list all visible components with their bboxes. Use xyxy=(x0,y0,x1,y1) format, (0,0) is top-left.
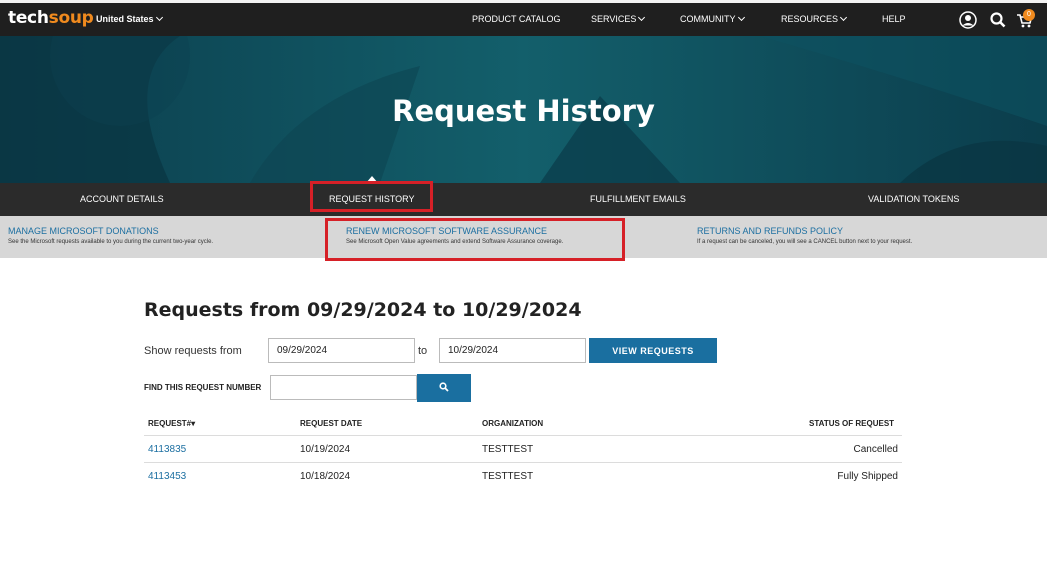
nav-help[interactable]: HELP xyxy=(882,14,906,24)
tab-validation-tokens[interactable]: VALIDATION TOKENS xyxy=(868,194,959,204)
account-tabs: ACCOUNT DETAILS REQUEST HISTORY FULFILLM… xyxy=(0,183,1047,216)
region-selector[interactable]: United States xyxy=(96,13,163,24)
organization-cell: TESTTEST xyxy=(482,444,534,455)
highlight-box-request-history xyxy=(310,181,433,212)
cart-count-badge: 0 xyxy=(1023,9,1035,21)
hero-banner: Request History xyxy=(0,36,1047,183)
chevron-down-icon xyxy=(839,13,848,22)
requests-heading: Requests from 09/29/2024 to 10/29/2024 xyxy=(144,299,582,321)
from-date-input[interactable] xyxy=(268,338,415,363)
status-cell: Cancelled xyxy=(853,444,898,455)
page-title: Request History xyxy=(392,94,655,128)
nav-community[interactable]: COMMUNITY xyxy=(680,13,745,24)
tab-fulfillment-emails[interactable]: FULFILLMENT EMAILS xyxy=(590,194,686,204)
view-requests-button[interactable]: VIEW REQUESTS xyxy=(589,338,717,363)
search-request-button[interactable] xyxy=(417,374,471,402)
techsoup-logo[interactable]: techsoup xyxy=(8,8,94,28)
column-header-request-date: REQUEST DATE xyxy=(300,419,363,428)
search-icon[interactable] xyxy=(989,11,1007,29)
nav-services[interactable]: SERVICES xyxy=(591,13,646,24)
highlight-box-renew-software-assurance xyxy=(325,218,625,261)
column-header-status: STATUS OF REQUEST xyxy=(809,419,895,428)
column-header-request-number[interactable]: REQUEST#▾ xyxy=(148,419,195,428)
find-request-label: FIND THIS REQUEST NUMBER xyxy=(144,383,262,392)
show-requests-label: Show requests from xyxy=(144,345,242,357)
subnav-returns-refunds-policy[interactable]: RETURNS AND REFUNDS POLICY If a request … xyxy=(697,226,912,245)
table-divider xyxy=(144,435,902,436)
status-cell: Fully Shipped xyxy=(837,471,898,482)
subnav-manage-microsoft-donations[interactable]: MANAGE MICROSOFT DONATIONS See the Micro… xyxy=(8,226,213,245)
tab-account-details[interactable]: ACCOUNT DETAILS xyxy=(80,194,164,204)
nav-resources[interactable]: RESOURCES xyxy=(781,13,848,24)
column-header-organization: ORGANIZATION xyxy=(482,419,544,428)
table-divider xyxy=(144,462,902,463)
to-label: to xyxy=(418,345,428,357)
request-number-input[interactable] xyxy=(270,375,417,400)
chevron-down-icon xyxy=(155,13,163,22)
account-icon[interactable] xyxy=(959,11,977,29)
search-icon xyxy=(439,382,449,392)
request-date-cell: 10/19/2024 xyxy=(300,444,351,455)
request-date-cell: 10/18/2024 xyxy=(300,471,351,482)
organization-cell: TESTTEST xyxy=(482,471,534,482)
chevron-down-icon xyxy=(737,13,745,22)
top-navigation: techsoup United States PRODUCT CATALOG S… xyxy=(0,0,1047,36)
chevron-down-icon xyxy=(638,13,646,22)
nav-product-catalog[interactable]: PRODUCT CATALOG xyxy=(472,14,561,24)
to-date-input[interactable] xyxy=(439,338,586,363)
request-number-link[interactable]: 4113835 xyxy=(148,444,186,455)
request-number-link[interactable]: 4113453 xyxy=(148,471,186,482)
